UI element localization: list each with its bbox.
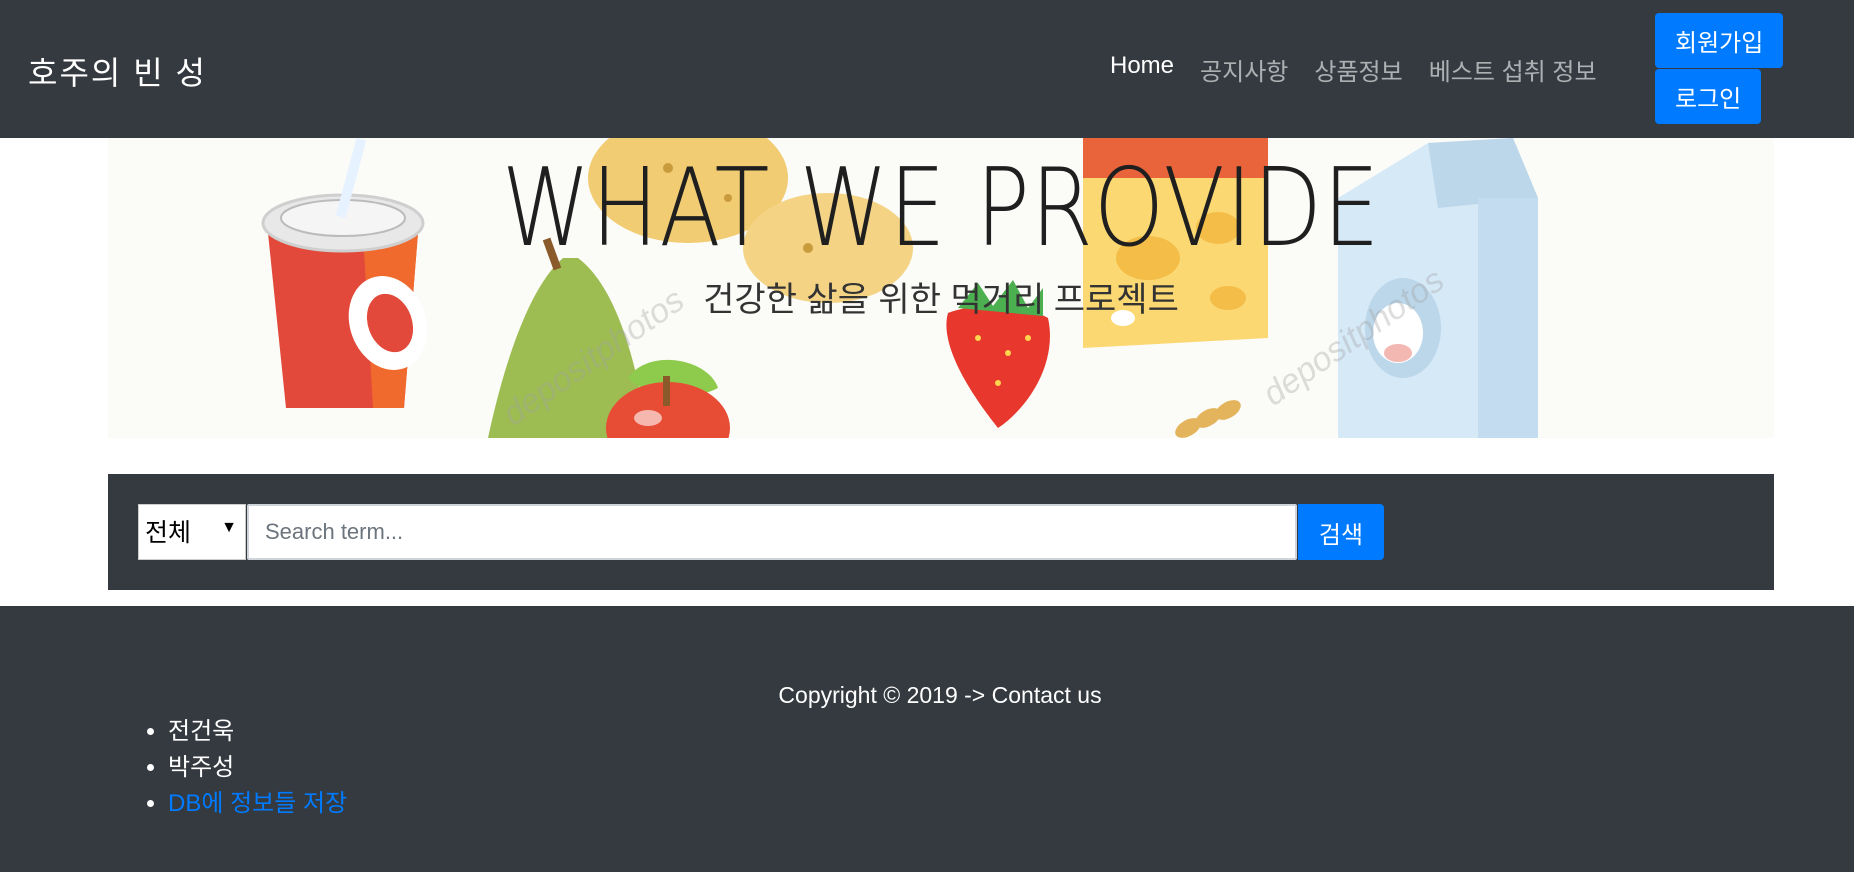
category-selected-value: 전체: [145, 519, 192, 547]
brand-title[interactable]: 호주의 빈 성: [28, 48, 207, 94]
db-save-link[interactable]: DB에 정보들 저장: [168, 790, 347, 817]
hero-title: WHAT WE PROVIDE: [501, 146, 1381, 271]
top-navbar: 호주의 빈 성 Home 공지사항 상품정보 베스트 섭취 정보 회원가입 로그…: [0, 0, 1854, 138]
signup-button[interactable]: 회원가입: [1655, 13, 1784, 68]
search-button[interactable]: 검색: [1298, 504, 1384, 560]
team-member: 전건욱: [168, 714, 347, 750]
search-input[interactable]: [247, 504, 1297, 560]
wheat-image: [1175, 400, 1241, 438]
copyright-text: Copyright © 2019 -> Contact us: [778, 682, 1102, 708]
nav-best-intake-info[interactable]: 베스트 섭취 정보: [1429, 52, 1597, 87]
category-select[interactable]: 전체 ▼: [138, 504, 246, 560]
nav-notice[interactable]: 공지사항: [1200, 52, 1288, 87]
login-button[interactable]: 로그인: [1655, 69, 1762, 124]
hero-banner: depositphotos depositphotos WHAT WE PROV…: [108, 138, 1774, 438]
nav-home[interactable]: Home: [1110, 52, 1174, 87]
chevron-down-icon: ▼: [221, 519, 237, 536]
team-list: 전건욱 박주성 DB에 정보들 저장: [144, 714, 347, 822]
list-item: DB에 정보들 저장: [168, 786, 347, 822]
nav-product-info[interactable]: 상품정보: [1314, 52, 1402, 87]
search-bar: 전체 ▼ 검색: [108, 474, 1774, 590]
nav-links: Home 공지사항 상품정보 베스트 섭취 정보: [1110, 52, 1623, 87]
hero-subtitle: 건강한 삶을 위한 먹거리 프로젝트: [703, 281, 1179, 319]
team-member: 박주성: [168, 750, 347, 786]
footer: Copyright © 2019 -> Contact us 전건욱 박주성 D…: [0, 606, 1854, 872]
